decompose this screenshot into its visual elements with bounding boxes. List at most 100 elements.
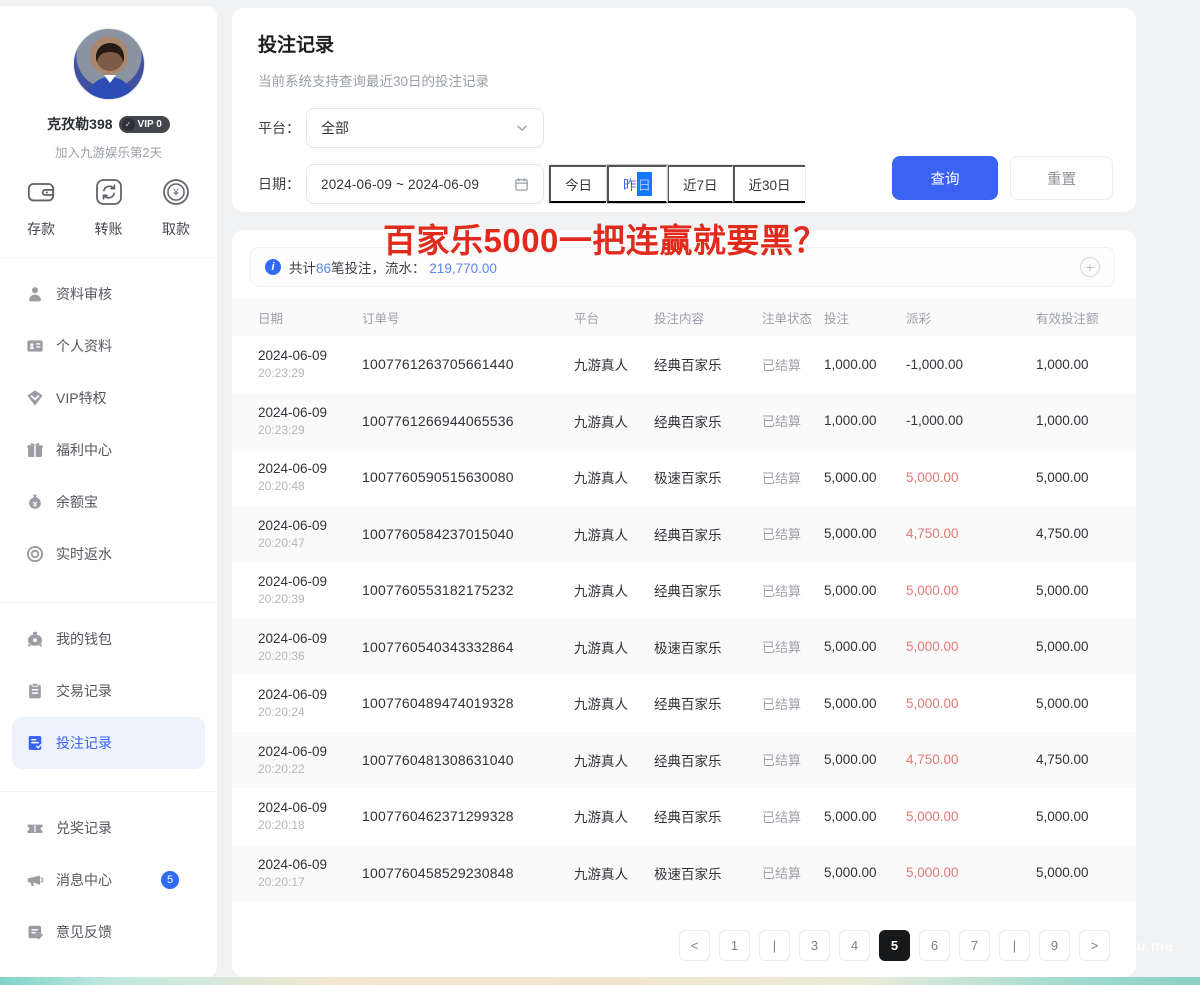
cell-platform: 九游真人 [574,354,654,374]
username: 克孜勒398 [47,114,112,134]
platform-selected-value: 全部 [321,118,515,138]
filters-card: 投注记录 当前系统支持查询最近30日的投注记录 平台： 全部 日期： 2024-… [232,8,1136,212]
quick-date-近7日[interactable]: 近7日 [667,165,733,203]
gift-icon [26,441,44,459]
cell-bet-amount: 1,000.00 [824,357,906,372]
sidebar-item-意见反馈[interactable]: 意见反馈 [12,906,205,958]
platform-select[interactable]: 全部 [306,108,544,148]
table-row: 2024-06-0920:20:48 1007760590515630080 九… [232,449,1136,506]
cell-order-no: 1007760553182175232 [362,582,574,598]
withdraw-icon: ¥ [161,177,191,212]
pagination-page-4[interactable]: 4 [839,930,870,961]
column-header-派彩: 派彩 [906,308,1036,327]
cell-bet-content: 经典百家乐 [654,693,762,713]
cell-bet-amount: 5,000.00 [824,526,906,541]
calendar-icon [514,177,529,192]
quick-action-存款[interactable]: 存款 [26,177,56,239]
cell-payout: 5,000.00 [906,696,1036,711]
bet-records-card: i 共计86笔投注，流水： 219,770.00 + 日期订单号平台投注内容注单… [232,230,1136,977]
pagination-page-1[interactable]: 1 [719,930,750,961]
cell-bet-content: 经典百家乐 [654,411,762,431]
sidebar-item-投注记录[interactable]: 投注记录 [12,717,205,769]
quick-action-取款[interactable]: ¥ 取款 [161,177,191,239]
cell-date: 2024-06-0920:23:29 [258,405,362,437]
clipboard-icon [26,682,44,700]
svg-text:¥: ¥ [172,188,179,199]
table-row: 2024-06-0920:20:36 1007760540343332864 九… [232,619,1136,676]
pagination-page-7[interactable]: 7 [959,930,990,961]
cell-payout: 4,750.00 [906,526,1036,541]
pagination-prev-button[interactable]: < [679,930,710,961]
query-button[interactable]: 查询 [892,156,998,200]
sidebar-item-交易记录[interactable]: 交易记录 [12,665,205,717]
column-header-投注: 投注 [824,308,906,327]
cell-date: 2024-06-0920:20:47 [258,518,362,550]
joined-days-text: 加入九游娱乐第2天 [0,142,217,161]
sidebar-item-福利中心[interactable]: 福利中心 [12,424,205,476]
cell-bet-content: 经典百家乐 [654,806,762,826]
cell-platform: 九游真人 [574,750,654,770]
pagination-page-5[interactable]: 5 [879,930,910,961]
cell-date: 2024-06-0920:20:24 [258,687,362,719]
cell-status: 已结算 [762,468,824,487]
sidebar-item-实时返水[interactable]: 实时返水 [12,528,205,580]
sidebar-item-余额宝[interactable]: 余额宝 [12,476,205,528]
column-header-有效投注额: 有效投注额 [1036,308,1110,327]
cell-platform: 九游真人 [574,467,654,487]
column-header-平台: 平台 [574,308,654,327]
cell-payout: 5,000.00 [906,470,1036,485]
cell-bet-amount: 5,000.00 [824,583,906,598]
vip-shield-icon: ✓ [122,118,135,131]
page-title: 投注记录 [258,30,334,57]
cell-bet-amount: 5,000.00 [824,752,906,767]
pagination-page-3[interactable]: 3 [799,930,830,961]
table-body: 2024-06-0920:23:29 1007761263705661440 九… [232,336,1136,901]
sidebar-item-兑奖记录[interactable]: 兑奖记录 [12,802,205,854]
cell-status: 已结算 [762,355,824,374]
expand-plus-icon[interactable]: + [1080,257,1100,277]
money-pouch-icon [26,493,44,511]
sidebar-item-帮助中心[interactable]: ? 帮助中心 [12,958,205,977]
column-header-日期: 日期 [258,308,362,327]
cell-bet-content: 经典百家乐 [654,354,762,374]
cell-platform: 九游真人 [574,524,654,544]
pagination-page-6[interactable]: 6 [919,930,950,961]
cell-date: 2024-06-0920:20:39 [258,574,362,606]
quick-date-昨日[interactable]: 昨日 [607,165,667,203]
cell-platform: 九游真人 [574,693,654,713]
rebate-icon [26,545,44,563]
pagination-page-9[interactable]: 9 [1039,930,1070,961]
sidebar-item-个人资料[interactable]: 个人资料 [12,320,205,372]
divider [0,602,217,603]
date-range-value: 2024-06-09 ~ 2024-06-09 [321,177,514,192]
sidebar-item-资料审核[interactable]: 资料审核 [12,268,205,320]
avatar[interactable] [73,28,145,100]
cell-date: 2024-06-0920:20:36 [258,631,362,663]
table-row: 2024-06-0920:20:24 1007760489474019328 九… [232,675,1136,732]
sidebar-item-消息中心[interactable]: 消息中心5 [12,854,205,906]
sidebar-item-VIP特权[interactable]: VIP特权 [12,372,205,424]
cell-status: 已结算 [762,750,824,769]
quick-date-今日[interactable]: 今日 [549,165,607,203]
cell-valid-amount: 1,000.00 [1036,357,1110,372]
pagination-ellipsis-button[interactable]: |... [999,930,1030,961]
user-audit-icon [26,285,44,303]
platform-label: 平台： [258,118,306,138]
cell-payout: -1,000.00 [906,413,1036,428]
cell-bet-amount: 5,000.00 [824,470,906,485]
sidebar-item-我的钱包[interactable]: 我的钱包 [12,613,205,665]
quick-date-近30日[interactable]: 近30日 [733,165,805,203]
pagination-next-button[interactable]: > [1079,930,1110,961]
cell-status: 已结算 [762,807,824,826]
date-range-input[interactable]: 2024-06-09 ~ 2024-06-09 [306,164,544,204]
reset-button[interactable]: 重置 [1010,156,1113,200]
pagination-ellipsis-button[interactable]: |... [759,930,790,961]
ticket-icon [26,819,44,837]
cell-valid-amount: 1,000.00 [1036,413,1110,428]
sidebar-nav: 资料审核 个人资料 VIP特权 福利中心 余额宝 实时返水 我的钱包 交易记录 … [0,264,217,977]
cell-status: 已结算 [762,524,824,543]
cell-payout: 5,000.00 [906,639,1036,654]
vip-badge: ✓ VIP 0 [119,116,170,133]
feedback-icon [26,923,44,941]
quick-action-转账[interactable]: 转账 [94,177,124,239]
